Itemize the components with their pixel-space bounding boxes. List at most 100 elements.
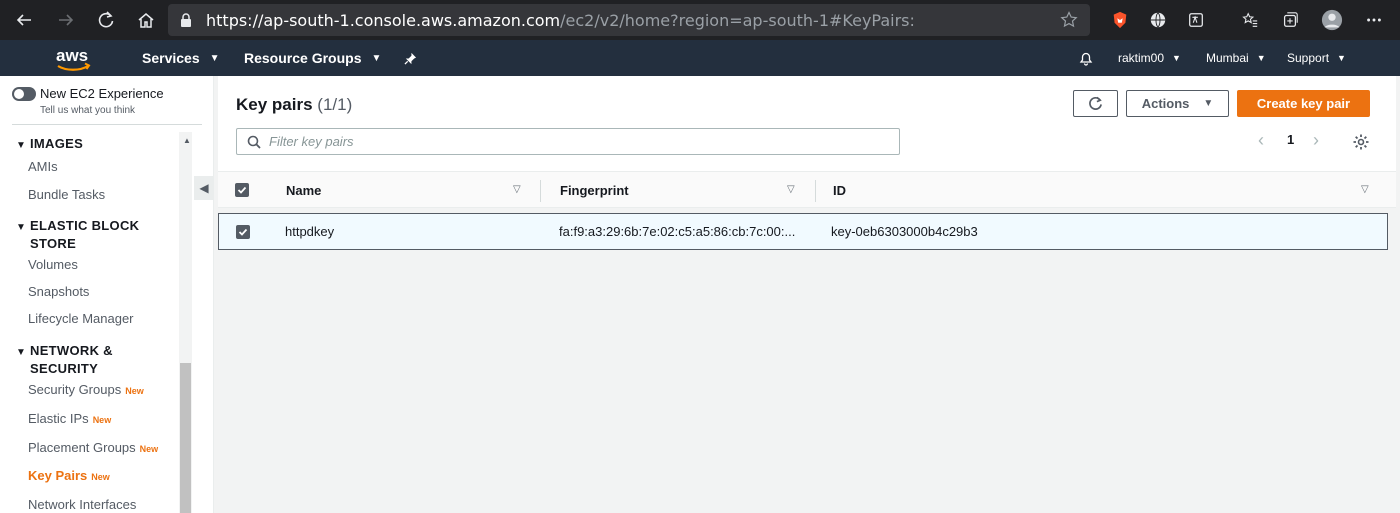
home-button[interactable] xyxy=(126,0,166,40)
translate-extension-icon[interactable] xyxy=(1186,10,1206,30)
refresh-table-button[interactable] xyxy=(1073,90,1118,117)
refresh-icon xyxy=(1089,96,1102,110)
new-badge: New xyxy=(91,472,110,482)
new-experience-label: New EC2 Experience xyxy=(40,86,164,101)
notifications-bell-icon[interactable] xyxy=(1078,40,1094,76)
back-button[interactable] xyxy=(4,0,44,40)
cell-id: key-0eb6303000b4c29b3 xyxy=(831,224,978,239)
column-header-name[interactable]: Name xyxy=(286,172,321,208)
sidebar-item-elastic-ips[interactable]: Elastic IPs New xyxy=(28,411,111,426)
chevron-down-icon: ▼ xyxy=(371,52,382,64)
region-menu[interactable]: Mumbai ▼ xyxy=(1206,40,1266,76)
lock-icon xyxy=(181,13,191,27)
sidebar-heading-ebs[interactable]: ▼ ELASTIC BLOCK STORE xyxy=(16,218,139,252)
table-row[interactable]: httpdkey fa:f9:a3:29:6b:7e:02:c5:a5:86:c… xyxy=(218,213,1388,250)
services-label: Services xyxy=(142,50,200,66)
column-header-fingerprint[interactable]: Fingerprint xyxy=(560,172,629,208)
back-arrow-icon xyxy=(16,14,31,26)
user-menu[interactable]: raktim00 ▼ xyxy=(1118,40,1181,76)
collapse-triangle-icon: ▼ xyxy=(16,347,27,358)
new-badge: New xyxy=(125,386,144,396)
resource-groups-menu[interactable]: Resource Groups ▼ xyxy=(244,40,381,76)
sidebar: New EC2 Experience Tell us what you thin… xyxy=(0,76,214,513)
chevron-down-icon: ▼ xyxy=(1337,53,1346,63)
actions-button[interactable]: Actions ▼ xyxy=(1126,90,1229,117)
feedback-link[interactable]: Tell us what you think xyxy=(40,105,135,116)
filter-input[interactable] xyxy=(269,134,869,149)
create-key-pair-button[interactable]: Create key pair xyxy=(1237,90,1370,117)
url-host: https://ap-south-1.console.aws.amazon.co… xyxy=(206,10,561,30)
sort-icon[interactable]: ▽ xyxy=(513,184,521,195)
selection-count: (1/1) xyxy=(317,95,353,114)
forward-arrow-icon xyxy=(59,14,74,26)
main-content: Key pairs (1/1) Actions ▼ Create key pai… xyxy=(214,76,1400,513)
checkbox-checked-icon xyxy=(235,183,249,197)
browser-toolbar: https://ap-south-1.console.aws.amazon.co… xyxy=(0,0,1400,40)
row-checkbox[interactable] xyxy=(236,214,250,249)
filter-box[interactable] xyxy=(236,128,900,155)
sidebar-item-amis[interactable]: AMIs xyxy=(28,159,58,174)
region-label: Mumbai xyxy=(1206,51,1249,65)
scroll-up-arrow-icon[interactable]: ▲ xyxy=(183,136,191,145)
chevron-left-icon: ◀ xyxy=(199,181,209,195)
select-all-checkbox[interactable] xyxy=(235,172,249,208)
globe-extension-icon[interactable] xyxy=(1148,10,1168,30)
sidebar-item-snapshots[interactable]: Snapshots xyxy=(28,284,89,299)
column-divider[interactable] xyxy=(815,180,816,202)
chevron-down-icon: ▼ xyxy=(1172,53,1181,63)
column-header-id[interactable]: ID xyxy=(833,172,846,208)
new-experience-toggle[interactable] xyxy=(12,86,36,101)
url-path: /ec2/v2/home?region=ap-south-1#KeyPairs: xyxy=(560,10,915,30)
sidebar-item-security-groups[interactable]: Security Groups New xyxy=(28,382,144,397)
favorites-icon[interactable] xyxy=(1240,10,1260,30)
table-header: Name ▽ Fingerprint ▽ ID ▽ xyxy=(218,172,1396,208)
sort-icon[interactable]: ▽ xyxy=(1361,184,1369,195)
previous-page-icon[interactable]: ‹ xyxy=(1258,130,1264,151)
sidebar-heading-network[interactable]: ▼ NETWORK & SECURITY xyxy=(16,343,113,377)
search-icon xyxy=(247,135,261,149)
next-page-icon[interactable]: › xyxy=(1313,130,1319,151)
new-badge: New xyxy=(139,444,159,454)
collapse-triangle-icon: ▼ xyxy=(16,222,27,233)
svg-text:aws: aws xyxy=(56,46,88,65)
forward-button[interactable] xyxy=(46,0,86,40)
profile-avatar[interactable] xyxy=(1320,8,1344,32)
sidebar-item-bundle-tasks[interactable]: Bundle Tasks xyxy=(28,187,105,202)
sidebar-item-volumes[interactable]: Volumes xyxy=(28,257,78,272)
sidebar-item-network-interfaces[interactable]: Network Interfaces xyxy=(28,497,136,512)
refresh-button[interactable] xyxy=(86,0,126,40)
sidebar-item-lifecycle-manager[interactable]: Lifecycle Manager xyxy=(28,311,134,326)
page-title: Key pairs (1/1) xyxy=(236,95,353,114)
sort-icon[interactable]: ▽ xyxy=(787,184,795,195)
support-menu[interactable]: Support ▼ xyxy=(1287,40,1346,76)
bookmark-star-icon[interactable] xyxy=(1060,11,1078,29)
more-menu-icon[interactable] xyxy=(1364,10,1384,30)
sidebar-scroll-thumb[interactable] xyxy=(180,363,191,513)
chevron-down-icon: ▼ xyxy=(209,52,220,64)
services-menu[interactable]: Services ▼ xyxy=(142,40,220,76)
table-empty-area xyxy=(218,250,1396,513)
brave-extension-icon[interactable] xyxy=(1110,10,1130,30)
home-icon xyxy=(138,13,154,28)
sidebar-divider xyxy=(12,124,202,125)
address-bar[interactable]: https://ap-south-1.console.aws.amazon.co… xyxy=(168,4,1090,36)
sidebar-item-key-pairs[interactable]: Key Pairs New xyxy=(28,468,110,483)
sidebar-item-placement-groups[interactable]: Placement Groups New xyxy=(28,440,158,455)
aws-logo[interactable]: aws xyxy=(54,45,94,73)
checkbox-checked-icon xyxy=(236,224,250,239)
page-number[interactable]: 1 xyxy=(1287,132,1294,147)
cell-fingerprint: fa:f9:a3:29:6b:7e:02:c5:a5:86:cb:7c:00:.… xyxy=(559,224,796,239)
collections-icon[interactable] xyxy=(1280,10,1300,30)
refresh-icon xyxy=(98,11,114,28)
chevron-down-icon: ▼ xyxy=(1256,53,1266,63)
panel-header: Key pairs (1/1) Actions ▼ Create key pai… xyxy=(218,76,1396,172)
resource-groups-label: Resource Groups xyxy=(244,50,362,66)
gear-icon[interactable] xyxy=(1352,133,1370,151)
pin-icon[interactable] xyxy=(404,40,417,76)
sidebar-nav-list: ▼ IMAGES AMIs Bundle Tasks ▼ ELASTIC BLOCK… xyxy=(0,132,180,513)
new-experience-toggle-row[interactable]: New EC2 Experience xyxy=(12,86,164,101)
collapse-sidebar-button[interactable]: ◀ xyxy=(194,176,214,200)
column-divider[interactable] xyxy=(540,180,541,202)
new-badge: New xyxy=(92,415,112,425)
sidebar-heading-images[interactable]: ▼ IMAGES xyxy=(16,136,83,154)
